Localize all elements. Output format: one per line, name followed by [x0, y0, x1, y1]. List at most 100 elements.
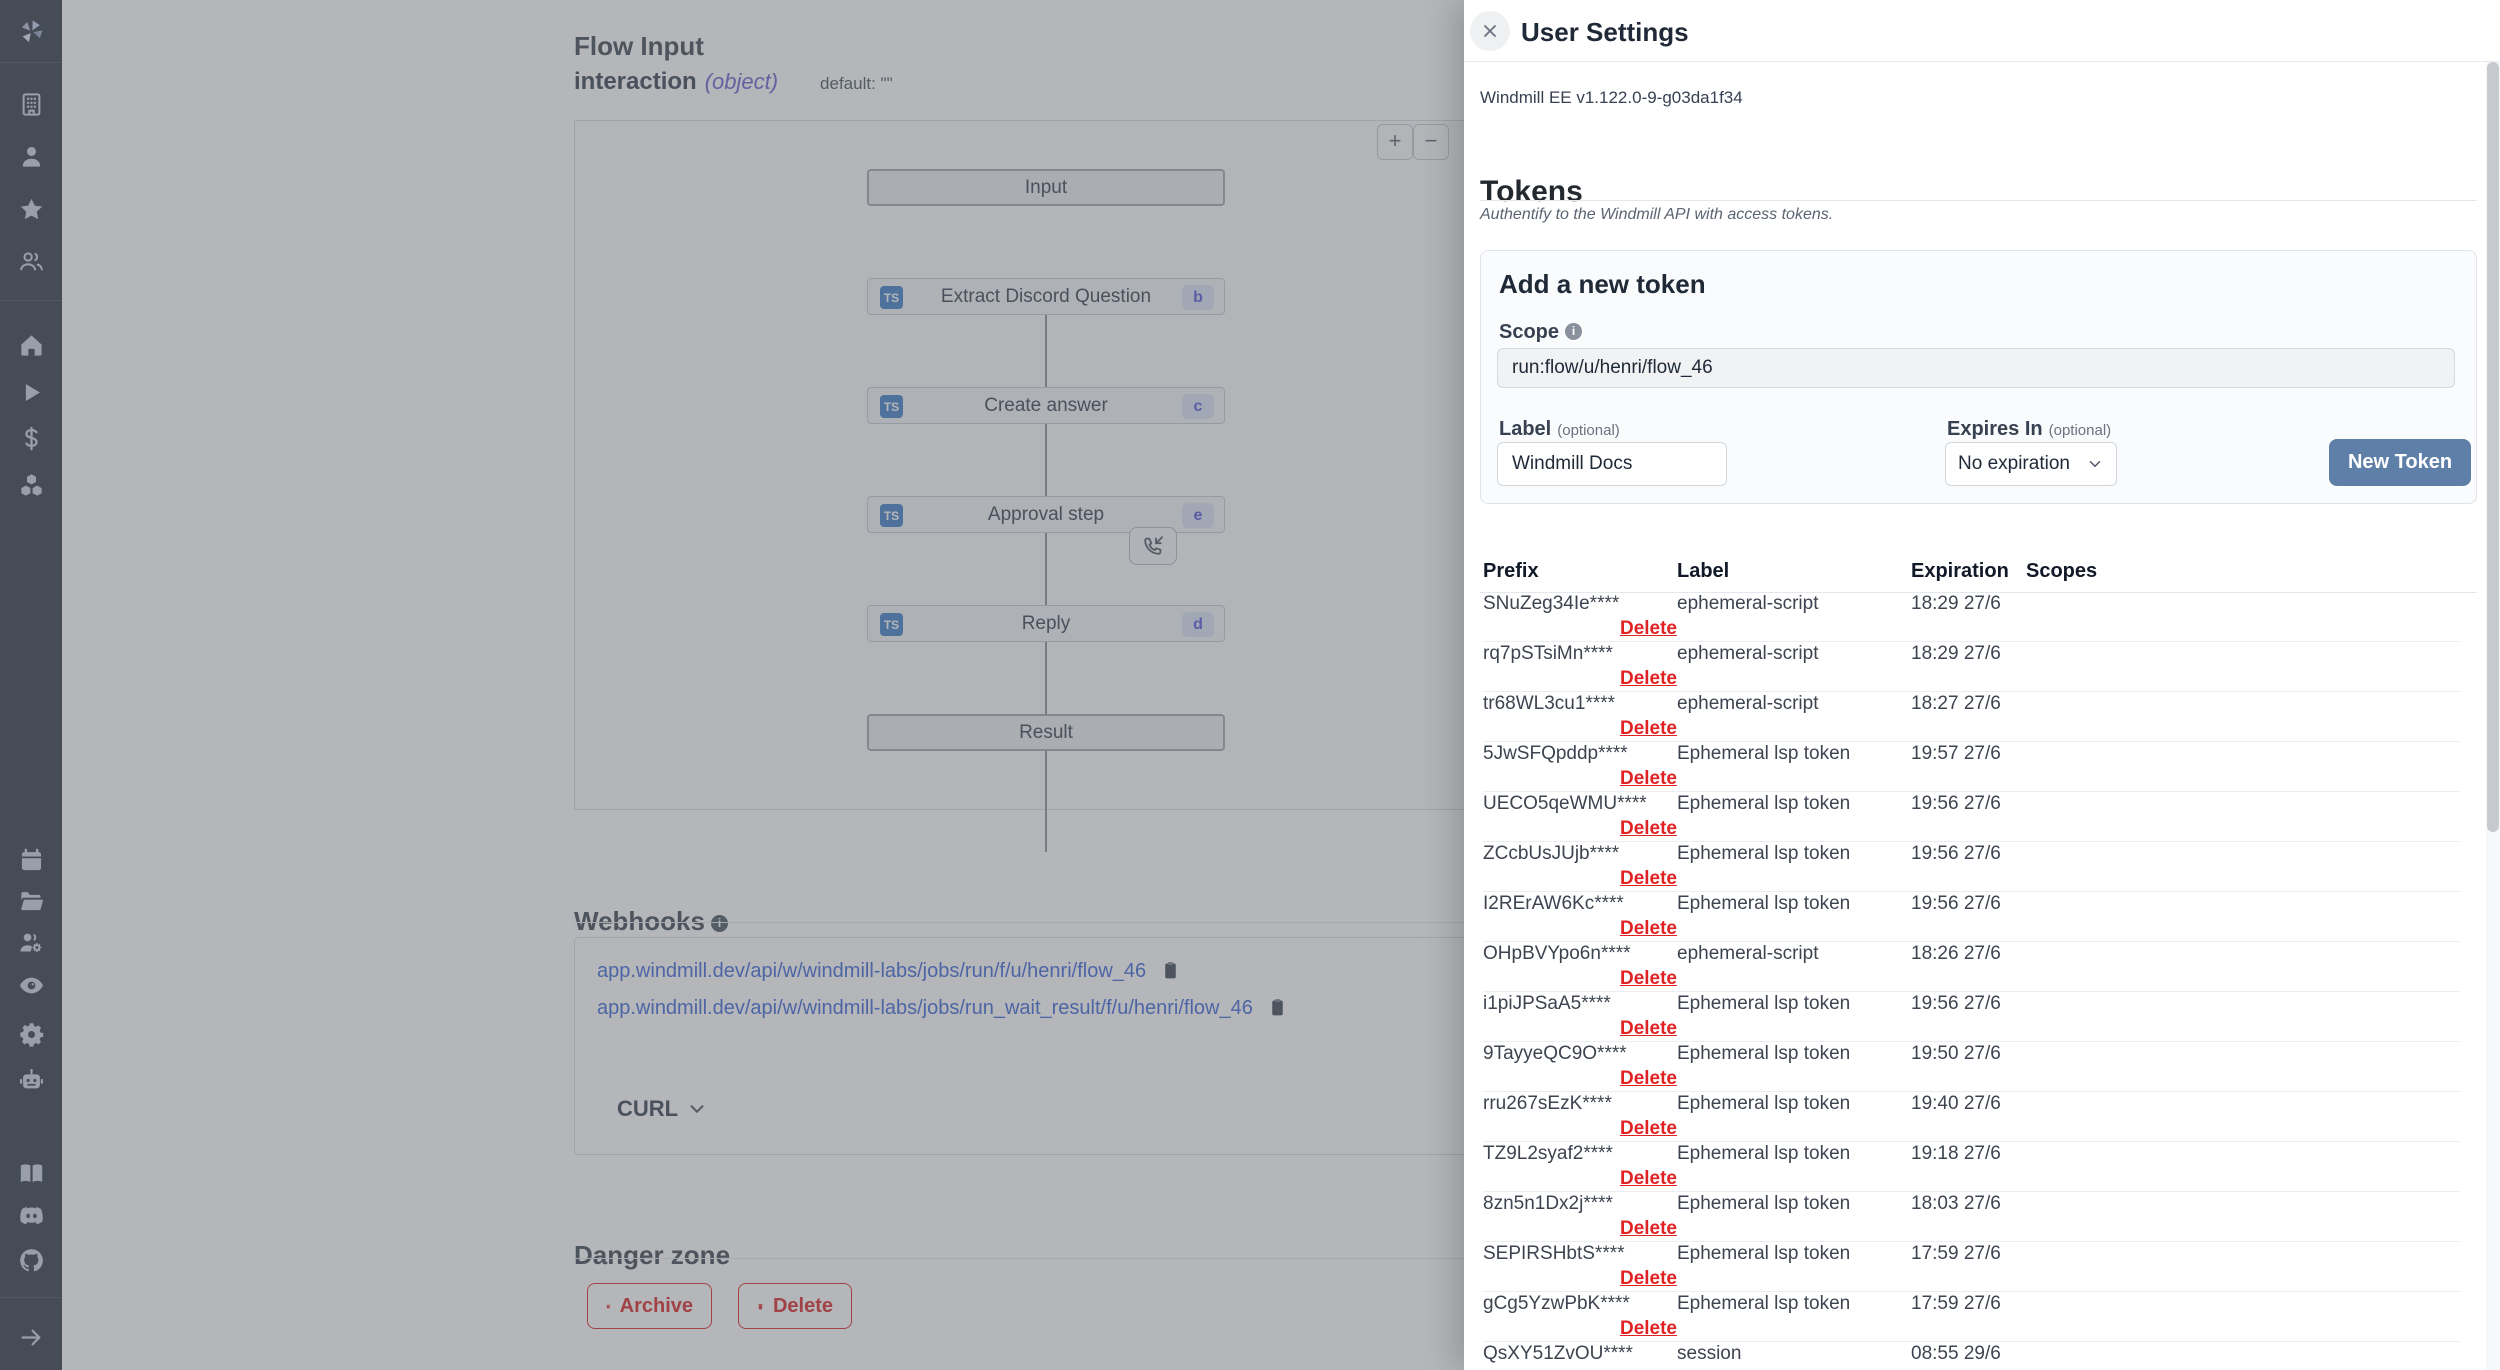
- expires-in-label: Expires In(optional): [1947, 418, 2111, 441]
- cell-prefix: TZ9L2syaf2****: [1483, 1143, 1677, 1165]
- delete-token-link[interactable]: Delete: [1620, 1168, 1677, 1190]
- delete-token-link[interactable]: Delete: [1620, 1318, 1677, 1340]
- cell-expiration: 18:03 27/6: [1911, 1193, 2026, 1215]
- cell-label: Ephemeral lsp token: [1677, 1143, 1911, 1165]
- expires-in-value: No expiration: [1958, 453, 2070, 475]
- cell-expiration: 19:40 27/6: [1911, 1093, 2026, 1115]
- cell-label: Ephemeral lsp token: [1677, 743, 1911, 765]
- cell-label: Ephemeral lsp token: [1677, 793, 1911, 815]
- cell-prefix: rru267sEzK****: [1483, 1093, 1677, 1115]
- delete-token-link[interactable]: Delete: [1620, 768, 1677, 790]
- drawer-backdrop[interactable]: [0, 0, 1464, 1370]
- cell-label: Ephemeral lsp token: [1677, 843, 1911, 865]
- table-row: rru267sEzK****Ephemeral lsp token19:40 2…: [1483, 1092, 2460, 1142]
- add-token-card: Add a new token Scopei Label(optional) E…: [1480, 250, 2477, 504]
- cell-expiration: 19:50 27/6: [1911, 1043, 2026, 1065]
- cell-label: Ephemeral lsp token: [1677, 1243, 1911, 1265]
- table-row: 8zn5n1Dx2j****Ephemeral lsp token18:03 2…: [1483, 1192, 2460, 1242]
- table-row: gCg5YzwPbK****Ephemeral lsp token17:59 2…: [1483, 1292, 2460, 1342]
- cell-expiration: 17:59 27/6: [1911, 1293, 2026, 1315]
- table-row: i1piJPSaA5****Ephemeral lsp token19:56 2…: [1483, 992, 2460, 1042]
- cell-prefix: 5JwSFQpddp****: [1483, 743, 1677, 765]
- cell-prefix: tr68WL3cu1****: [1483, 693, 1677, 715]
- cell-expiration: 18:29 27/6: [1911, 643, 2026, 665]
- delete-token-link[interactable]: Delete: [1620, 718, 1677, 740]
- cell-label: ephemeral-script: [1677, 943, 1911, 965]
- cell-label: ephemeral-script: [1677, 693, 1911, 715]
- close-icon: [1480, 21, 1500, 41]
- cell-prefix: SNuZeg34Ie****: [1483, 593, 1677, 615]
- cell-expiration: 19:18 27/6: [1911, 1143, 2026, 1165]
- delete-token-link[interactable]: Delete: [1620, 818, 1677, 840]
- cell-expiration: 18:27 27/6: [1911, 693, 2026, 715]
- cell-prefix: rq7pSTsiMn****: [1483, 643, 1677, 665]
- table-row: 5JwSFQpddp****Ephemeral lsp token19:57 2…: [1483, 742, 2460, 792]
- header-expiration: Expiration: [1911, 560, 2026, 583]
- cell-prefix: 9TayyeQC9O****: [1483, 1043, 1677, 1065]
- delete-token-link[interactable]: Delete: [1620, 1068, 1677, 1090]
- scope-input[interactable]: [1497, 348, 2455, 388]
- table-row: I2RErAW6Kc****Ephemeral lsp token19:56 2…: [1483, 892, 2460, 942]
- tokens-section-title: Tokens: [1480, 175, 1583, 209]
- cell-label: Ephemeral lsp token: [1677, 993, 1911, 1015]
- new-token-button[interactable]: New Token: [2329, 439, 2471, 486]
- cell-label: Ephemeral lsp token: [1677, 1043, 1911, 1065]
- add-token-title: Add a new token: [1499, 269, 1706, 300]
- cell-expiration: 19:56 27/6: [1911, 993, 2026, 1015]
- table-row: ZCcbUsJUjb****Ephemeral lsp token19:56 2…: [1483, 842, 2460, 892]
- table-row: tr68WL3cu1****ephemeral-script18:27 27/6…: [1483, 692, 2460, 742]
- header-scopes: Scopes: [2026, 560, 2390, 583]
- expires-in-select[interactable]: No expiration: [1945, 442, 2117, 486]
- table-row: rq7pSTsiMn****ephemeral-script18:29 27/6…: [1483, 642, 2460, 692]
- delete-token-link[interactable]: Delete: [1620, 868, 1677, 890]
- cell-prefix: ZCcbUsJUjb****: [1483, 843, 1677, 865]
- cell-expiration: 18:26 27/6: [1911, 943, 2026, 965]
- table-row: SNuZeg34Ie****ephemeral-script18:29 27/6…: [1483, 592, 2460, 642]
- drawer-title: User Settings: [1521, 17, 1689, 48]
- delete-token-link[interactable]: Delete: [1620, 1218, 1677, 1240]
- cell-prefix: SEPIRSHbtS****: [1483, 1243, 1677, 1265]
- delete-token-link[interactable]: Delete: [1620, 1268, 1677, 1290]
- chevron-down-icon: [2086, 455, 2104, 473]
- user-settings-drawer: User Settings Windmill EE v1.122.0-9-g03…: [1464, 0, 2500, 1370]
- windmill-app: Flow Input interaction(object)default: "…: [0, 0, 2500, 1370]
- table-row: OHpBVYpo6n****ephemeral-script18:26 27/6…: [1483, 942, 2460, 992]
- cell-prefix: gCg5YzwPbK****: [1483, 1293, 1677, 1315]
- cell-prefix: QsXY51ZvOU****: [1483, 1343, 1677, 1365]
- close-drawer-button[interactable]: [1470, 11, 1510, 51]
- cell-expiration: 18:29 27/6: [1911, 593, 2026, 615]
- delete-token-link[interactable]: Delete: [1620, 618, 1677, 640]
- table-row: SEPIRSHbtS****Ephemeral lsp token17:59 2…: [1483, 1242, 2460, 1292]
- drawer-header: User Settings: [1464, 0, 2500, 62]
- section-divider: [1480, 200, 2477, 201]
- header-label: Label: [1677, 560, 1911, 583]
- table-row: UECO5qeWMU****Ephemeral lsp token19:56 2…: [1483, 792, 2460, 842]
- drawer-scrollbar[interactable]: [2486, 62, 2500, 1370]
- table-row: TZ9L2syaf2****Ephemeral lsp token19:18 2…: [1483, 1142, 2460, 1192]
- cell-label: Ephemeral lsp token: [1677, 1193, 1911, 1215]
- cell-label: Ephemeral lsp token: [1677, 893, 1911, 915]
- cell-prefix: 8zn5n1Dx2j****: [1483, 1193, 1677, 1215]
- delete-token-link[interactable]: Delete: [1620, 968, 1677, 990]
- cell-prefix: i1piJPSaA5****: [1483, 993, 1677, 1015]
- cell-prefix: I2RErAW6Kc****: [1483, 893, 1677, 915]
- cell-prefix: UECO5qeWMU****: [1483, 793, 1677, 815]
- token-table-header: Prefix Label Expiration Scopes: [1483, 560, 2460, 583]
- info-icon[interactable]: i: [1565, 323, 1582, 340]
- delete-token-link[interactable]: Delete: [1620, 918, 1677, 940]
- cell-label: ephemeral-script: [1677, 643, 1911, 665]
- label-label: Label(optional): [1499, 418, 1620, 441]
- token-table-rows: SNuZeg34Ie****ephemeral-script18:29 27/6…: [1483, 592, 2460, 1370]
- tokens-subtitle: Authentify to the Windmill API with acce…: [1480, 206, 1833, 224]
- scrollbar-thumb[interactable]: [2487, 62, 2499, 832]
- cell-expiration: 19:57 27/6: [1911, 743, 2026, 765]
- cell-label: Ephemeral lsp token: [1677, 1293, 1911, 1315]
- cell-expiration: 08:55 29/6: [1911, 1343, 2026, 1365]
- scope-label: Scopei: [1499, 321, 1582, 344]
- delete-token-link[interactable]: Delete: [1620, 668, 1677, 690]
- delete-token-link[interactable]: Delete: [1620, 1118, 1677, 1140]
- cell-label: ephemeral-script: [1677, 593, 1911, 615]
- cell-expiration: 19:56 27/6: [1911, 793, 2026, 815]
- token-label-input[interactable]: [1497, 442, 1727, 486]
- delete-token-link[interactable]: Delete: [1620, 1018, 1677, 1040]
